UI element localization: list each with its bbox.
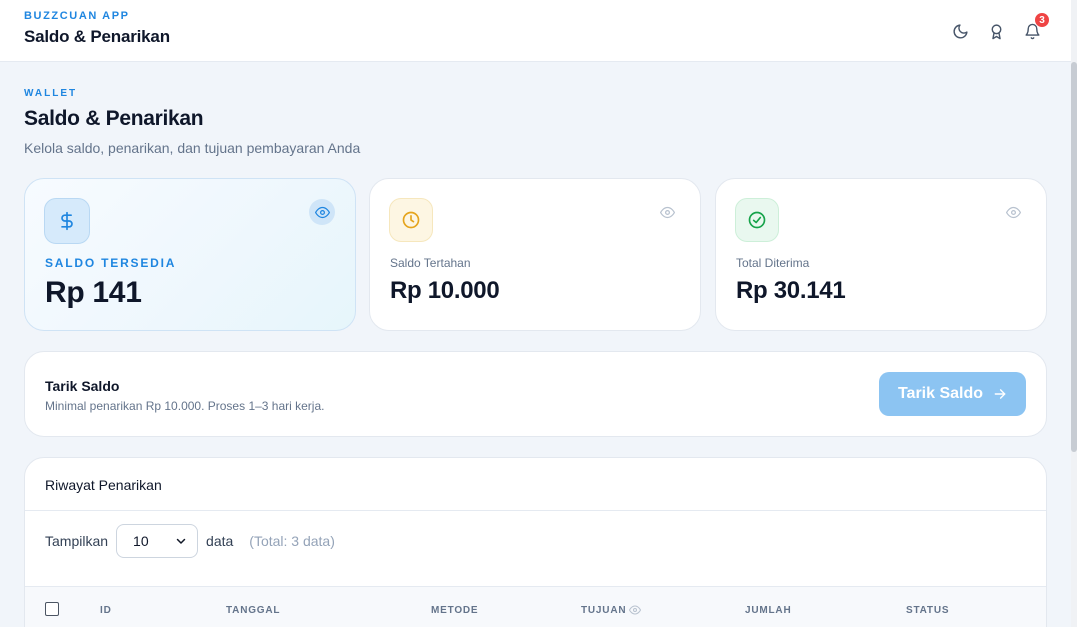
award-icon[interactable]: [985, 20, 1007, 42]
column-header-method[interactable]: METODE: [431, 605, 478, 616]
chevron-down-icon: [175, 535, 187, 547]
page-size-value: 10: [133, 533, 149, 549]
column-header-id[interactable]: ID: [100, 605, 112, 616]
section-eyebrow: WALLET: [24, 88, 78, 99]
withdraw-title: Tarik Saldo: [45, 378, 120, 394]
page-title: Saldo & Penarikan: [24, 107, 204, 130]
stat-label: Saldo Tertahan: [390, 256, 471, 270]
page-size-select[interactable]: 10: [116, 524, 199, 558]
clock-icon: [389, 198, 433, 242]
history-title: Riwayat Penarikan: [45, 477, 162, 493]
table-header: [25, 586, 1046, 627]
page-subtitle: Kelola saldo, penarikan, dan tujuan pemb…: [24, 140, 361, 156]
total-count: (Total: 3 data): [249, 533, 335, 549]
withdrawal-history-card: Riwayat Penarikan Tampilkan 10 data (Tot…: [24, 457, 1047, 627]
available-balance-card: SALDO TERSEDIA Rp 141: [24, 178, 356, 331]
stat-label: SALDO TERSEDIA: [45, 256, 177, 270]
notification-badge: 3: [1034, 12, 1050, 28]
scrollbar-thumb[interactable]: [1071, 62, 1077, 452]
stat-value: Rp 10.000: [390, 277, 500, 304]
data-label: data: [206, 533, 234, 549]
withdraw-card: Tarik Saldo Minimal penarikan Rp 10.000.…: [24, 351, 1047, 437]
column-header-date[interactable]: TANGGAL: [226, 605, 280, 616]
column-header-destination[interactable]: TUJUAN: [581, 605, 626, 616]
page-size-control: Tampilkan 10 data (Total: 3 data): [45, 524, 335, 558]
dollar-icon: [44, 198, 90, 244]
column-header-amount[interactable]: JUMLAH: [745, 605, 791, 616]
withdraw-button[interactable]: Tarik Saldo: [879, 372, 1026, 416]
top-bar: BUZZCUAN APP Saldo & Penarikan 3: [0, 0, 1077, 62]
eye-icon[interactable]: [654, 199, 680, 225]
total-received-card: Total Diterima Rp 30.141: [715, 178, 1047, 331]
moon-icon[interactable]: [949, 20, 971, 42]
column-header-status[interactable]: STATUS: [906, 605, 949, 616]
stat-value: Rp 141: [45, 276, 142, 309]
app-brand: BUZZCUAN APP: [24, 10, 130, 22]
arrow-right-icon: [993, 387, 1007, 401]
eye-icon[interactable]: [629, 603, 641, 621]
withdraw-subtitle: Minimal penarikan Rp 10.000. Proses 1–3 …: [45, 399, 325, 413]
stat-value: Rp 30.141: [736, 277, 846, 304]
withdraw-button-label: Tarik Saldo: [897, 385, 984, 402]
eye-icon[interactable]: [1000, 199, 1026, 225]
eye-icon[interactable]: [309, 199, 335, 225]
select-all-checkbox[interactable]: [45, 602, 59, 616]
check-circle-icon: [735, 198, 779, 242]
show-label: Tampilkan: [45, 533, 109, 549]
stat-label: Total Diterima: [736, 256, 810, 270]
held-balance-card: Saldo Tertahan Rp 10.000: [369, 178, 701, 331]
history-header: Riwayat Penarikan: [25, 458, 1046, 511]
header-title: Saldo & Penarikan: [24, 27, 170, 46]
